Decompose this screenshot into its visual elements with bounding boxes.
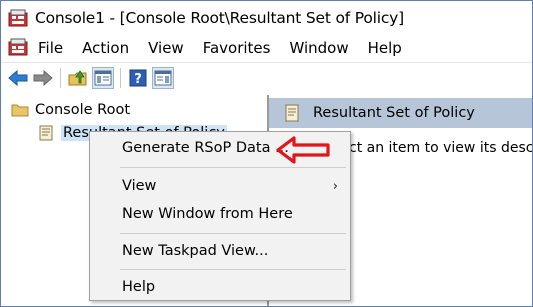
menu-item-label: View xyxy=(122,178,157,194)
mmc-window: Console1 - [Console Root\Resultant Set o… xyxy=(0,0,533,307)
menu-item-help[interactable]: Help xyxy=(90,274,350,300)
menu-item-new-window-from-here[interactable]: New Window from Here xyxy=(90,201,350,227)
folder-icon xyxy=(11,104,29,117)
menu-item-new-taskpad-view[interactable]: New Taskpad View... xyxy=(90,238,350,264)
results-pane-header: Resultant Set of Policy xyxy=(269,98,532,128)
tree-item-console-root[interactable]: Console Root xyxy=(11,102,130,118)
menu-separator xyxy=(120,233,346,234)
help-button[interactable]: ? xyxy=(127,67,149,89)
show-hide-tree-button[interactable] xyxy=(92,66,114,89)
tree-root-label: Console Root xyxy=(35,102,131,118)
console-doc-icon[interactable] xyxy=(7,38,29,58)
svg-text:?: ? xyxy=(134,72,142,87)
menu-item-view[interactable]: View › xyxy=(90,173,350,199)
mmc-app-icon xyxy=(8,9,28,27)
menu-separator xyxy=(120,167,346,168)
show-hide-tree-icon xyxy=(94,70,112,85)
menu-item-label: Generate RSoP Data ... xyxy=(122,140,289,156)
menu-window[interactable]: Window xyxy=(289,39,348,57)
menu-file[interactable]: File xyxy=(38,39,63,57)
submenu-chevron-icon: › xyxy=(332,178,338,194)
up-one-level-button[interactable] xyxy=(67,67,89,89)
callout-arrow-icon xyxy=(276,136,330,164)
menu-help[interactable]: Help xyxy=(368,39,402,57)
window-title: Console1 - [Console Root\Resultant Set o… xyxy=(35,9,404,27)
forward-button[interactable] xyxy=(32,67,54,89)
toolbar: ? xyxy=(1,62,532,92)
policy-scroll-icon xyxy=(39,125,53,141)
policy-scroll-icon xyxy=(285,104,299,122)
back-arrow-icon xyxy=(8,69,28,86)
menu-action[interactable]: Action xyxy=(82,39,129,57)
title-bar: Console1 - [Console Root\Resultant Set o… xyxy=(1,1,532,35)
menu-item-label: New Taskpad View... xyxy=(122,243,269,259)
menu-separator xyxy=(120,269,346,270)
menu-item-label: Help xyxy=(122,279,156,295)
help-icon: ? xyxy=(129,69,147,87)
menu-view[interactable]: View xyxy=(148,39,184,57)
back-button[interactable] xyxy=(7,67,29,89)
action-pane-icon xyxy=(154,70,172,85)
forward-arrow-icon xyxy=(33,69,53,86)
results-pane-hint: Select an item to view its description. xyxy=(319,140,533,156)
menu-bar: File Action View Favorites Window Help xyxy=(1,35,532,60)
toolbar-separator xyxy=(60,67,61,88)
toolbar-separator xyxy=(120,67,121,88)
up-folder-icon xyxy=(68,69,87,85)
menu-item-label: New Window from Here xyxy=(122,206,293,222)
menu-favorites[interactable]: Favorites xyxy=(203,39,271,57)
action-pane-button[interactable] xyxy=(152,66,174,89)
results-pane-title: Resultant Set of Policy xyxy=(313,105,475,121)
